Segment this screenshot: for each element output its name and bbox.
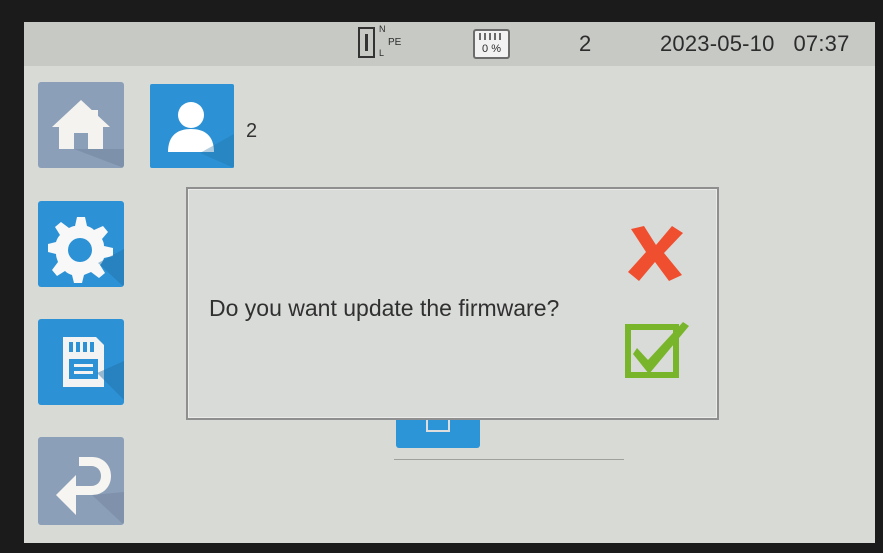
sd-card-icon — [63, 337, 124, 400]
device-screen: N PE L 0 % 2 2023-05-10 07:37 2 Do you w… — [24, 22, 875, 543]
socket-n-label: N — [379, 24, 386, 34]
socket-pe-label: PE — [388, 37, 402, 48]
socket-icon: N PE L — [358, 24, 410, 62]
partial-panel-icon — [396, 420, 480, 448]
gear-icon — [48, 217, 124, 287]
green-check-icon[interactable] — [623, 319, 693, 383]
user-badge — [150, 84, 234, 168]
socket-box-icon — [358, 27, 375, 58]
divider-line — [394, 459, 624, 460]
back-arrow-icon — [56, 457, 124, 525]
socket-l-label: L — [379, 48, 385, 58]
status-count: 2 — [579, 31, 592, 56]
dialog-message: Do you want update the firmware? — [209, 295, 560, 321]
status-bar: N PE L 0 % 2 2023-05-10 07:37 — [24, 22, 875, 66]
settings-button[interactable] — [38, 201, 124, 287]
date-label: 2023-05-10 — [660, 31, 775, 56]
red-x-icon[interactable] — [624, 223, 687, 283]
memory-icon: 0 % — [473, 29, 510, 59]
back-button[interactable] — [38, 437, 124, 525]
home-icon — [52, 100, 124, 168]
sd-card-button[interactable] — [38, 319, 124, 405]
home-button[interactable] — [38, 82, 124, 168]
time-label: 07:37 — [793, 31, 850, 56]
date-time: 2023-05-10 07:37 — [660, 31, 850, 57]
user-icon — [168, 102, 234, 168]
memory-usage: 0 % — [482, 43, 501, 55]
user-number: 2 — [246, 120, 258, 142]
firmware-update-dialog: Do you want update the firmware? — [186, 187, 719, 420]
